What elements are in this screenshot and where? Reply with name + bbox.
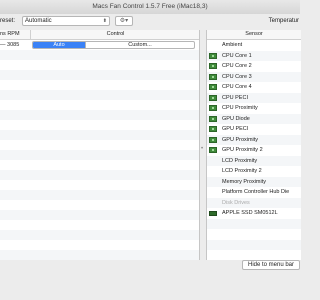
sensor-row[interactable]: Disk Drives [207, 197, 301, 208]
sensor-name: Memory Proximity [222, 178, 267, 185]
window-title: Macs Fan Control 1.5.7 Free (iMac18,3) [92, 3, 208, 10]
sensor-name: Ambient [222, 42, 243, 48]
hide-to-menu-bar-button[interactable]: Hide to menu bar [242, 260, 300, 270]
sensor-row[interactable]: GPU Proximity [207, 134, 301, 145]
sensor-row[interactable]: CPU Core 1 [207, 50, 301, 61]
sensor-name: GPU Proximity 2 [222, 147, 263, 153]
preset-label: reset: [0, 18, 16, 24]
sensor-row[interactable]: GPU Diode [207, 113, 301, 124]
gear-icon: ⚙▾ [119, 18, 129, 24]
fans-table: ns RPM Control — 3085 Auto Custom... [0, 30, 200, 260]
fan-row-empty [0, 100, 199, 110]
chevron-updown-icon: ⬍ [102, 18, 107, 24]
sensor-name: LCD Proximity 2 [222, 168, 262, 174]
fan-row-empty [0, 180, 199, 190]
splitter-handle-icon[interactable]: • [201, 146, 203, 152]
control-column-header[interactable]: Control [30, 30, 200, 39]
chip-icon [209, 94, 217, 101]
sensor-name: APPLE SSD SM0512L [222, 210, 278, 216]
sensor-name: CPU Core 3 [222, 73, 252, 80]
chip-icon [209, 147, 217, 153]
sensor-name: Disk Drives [222, 199, 250, 206]
window-titlebar: Macs Fan Control 1.5.7 Free (iMac18,3) [0, 0, 300, 15]
gear-menu-button[interactable]: ⚙▾ [115, 16, 133, 26]
sensor-row[interactable]: APPLE SSD SM0512L [207, 208, 301, 219]
drive-icon [209, 211, 217, 216]
bottom-bar: Hide to menu bar [0, 260, 300, 300]
chip-icon [209, 136, 217, 143]
sensor-row[interactable]: GPU Proximity 2 [207, 145, 301, 156]
sensor-row[interactable]: GPU PECI [207, 124, 301, 135]
fan-row-empty [0, 70, 199, 80]
rpm-column-header[interactable]: ns RPM [0, 30, 30, 39]
sensor-name: GPU Diode [222, 115, 250, 122]
chip-icon [209, 63, 217, 69]
sensor-row[interactable]: CPU PECI [207, 92, 301, 103]
fan-control-segmented[interactable]: Auto Custom... [32, 41, 195, 49]
sensor-row[interactable]: CPU Core 4 [207, 82, 301, 93]
chip-icon [209, 115, 217, 122]
sensor-row[interactable]: CPU Core 3 [207, 71, 301, 82]
fan-row-empty [0, 120, 199, 130]
auto-button[interactable]: Auto [33, 42, 85, 48]
fan-row-empty [0, 160, 199, 170]
toolbar: reset: Automatic ⬍ ⚙▾ Temperatur [0, 14, 300, 29]
fan-row-empty [0, 60, 199, 70]
sensor-name: CPU Proximity [222, 105, 258, 111]
custom-button[interactable]: Custom... [85, 42, 194, 48]
fan-row-empty [0, 200, 199, 210]
chip-icon [209, 105, 217, 111]
sensor-row[interactable]: LCD Proximity 2 [207, 166, 301, 177]
sensor-row[interactable]: LCD Proximity [207, 155, 301, 166]
chip-icon [209, 52, 217, 59]
sensor-row[interactable]: Platform Controller Hub Die [207, 187, 301, 198]
sensor-row-empty [207, 229, 301, 240]
sensor-name: GPU Proximity [222, 136, 259, 143]
sensor-name: LCD Proximity [222, 157, 258, 164]
sensor-row[interactable]: CPU Proximity [207, 103, 301, 114]
temperature-column-label: Temperatur [268, 18, 299, 24]
sensor-row[interactable]: Memory Proximity [207, 176, 301, 187]
sensor-name: CPU PECI [222, 94, 248, 101]
fan-row-empty [0, 170, 199, 180]
sensor-column-header[interactable]: Sensor [207, 30, 301, 40]
fan-row-empty [0, 50, 199, 60]
fan-row-empty [0, 130, 199, 140]
fan-row-empty [0, 210, 199, 220]
fans-table-header: ns RPM Control [0, 30, 199, 40]
fan-row: — 3085 Auto Custom... [0, 40, 199, 50]
fan-row-empty [0, 90, 199, 100]
fan-row-empty [0, 250, 199, 260]
fan-rpm-value: — 3085 [0, 42, 20, 48]
sensor-name: CPU Core 2 [222, 63, 252, 69]
sensor-name: GPU PECI [222, 126, 249, 132]
sensor-row-empty [207, 250, 301, 261]
fan-row-empty [0, 190, 199, 200]
fan-row-empty [0, 240, 199, 250]
chip-icon [209, 84, 217, 90]
sensor-row-empty [207, 239, 301, 250]
fan-row-empty [0, 110, 199, 120]
fan-row-empty [0, 80, 199, 90]
sensors-table: Sensor Ambient CPU Core 1 CPU Core 2 CPU Co… [206, 30, 301, 260]
preset-select[interactable]: Automatic ⬍ [22, 16, 110, 26]
sensor-name: Platform Controller Hub Die [222, 189, 290, 195]
fan-row-empty [0, 230, 199, 240]
sensor-name: CPU Core 4 [222, 84, 252, 90]
chip-icon [209, 126, 217, 132]
fan-row-empty [0, 150, 199, 160]
fan-row-empty [0, 140, 199, 150]
fan-row-empty [0, 220, 199, 230]
chip-icon [209, 73, 217, 80]
preset-value: Automatic [25, 18, 52, 24]
pane-splitter[interactable]: • [200, 30, 205, 260]
sensor-row-empty [207, 218, 301, 229]
sensor-row[interactable]: Ambient [207, 40, 301, 51]
sensor-name: CPU Core 1 [222, 52, 252, 59]
sensor-row[interactable]: CPU Core 2 [207, 61, 301, 72]
